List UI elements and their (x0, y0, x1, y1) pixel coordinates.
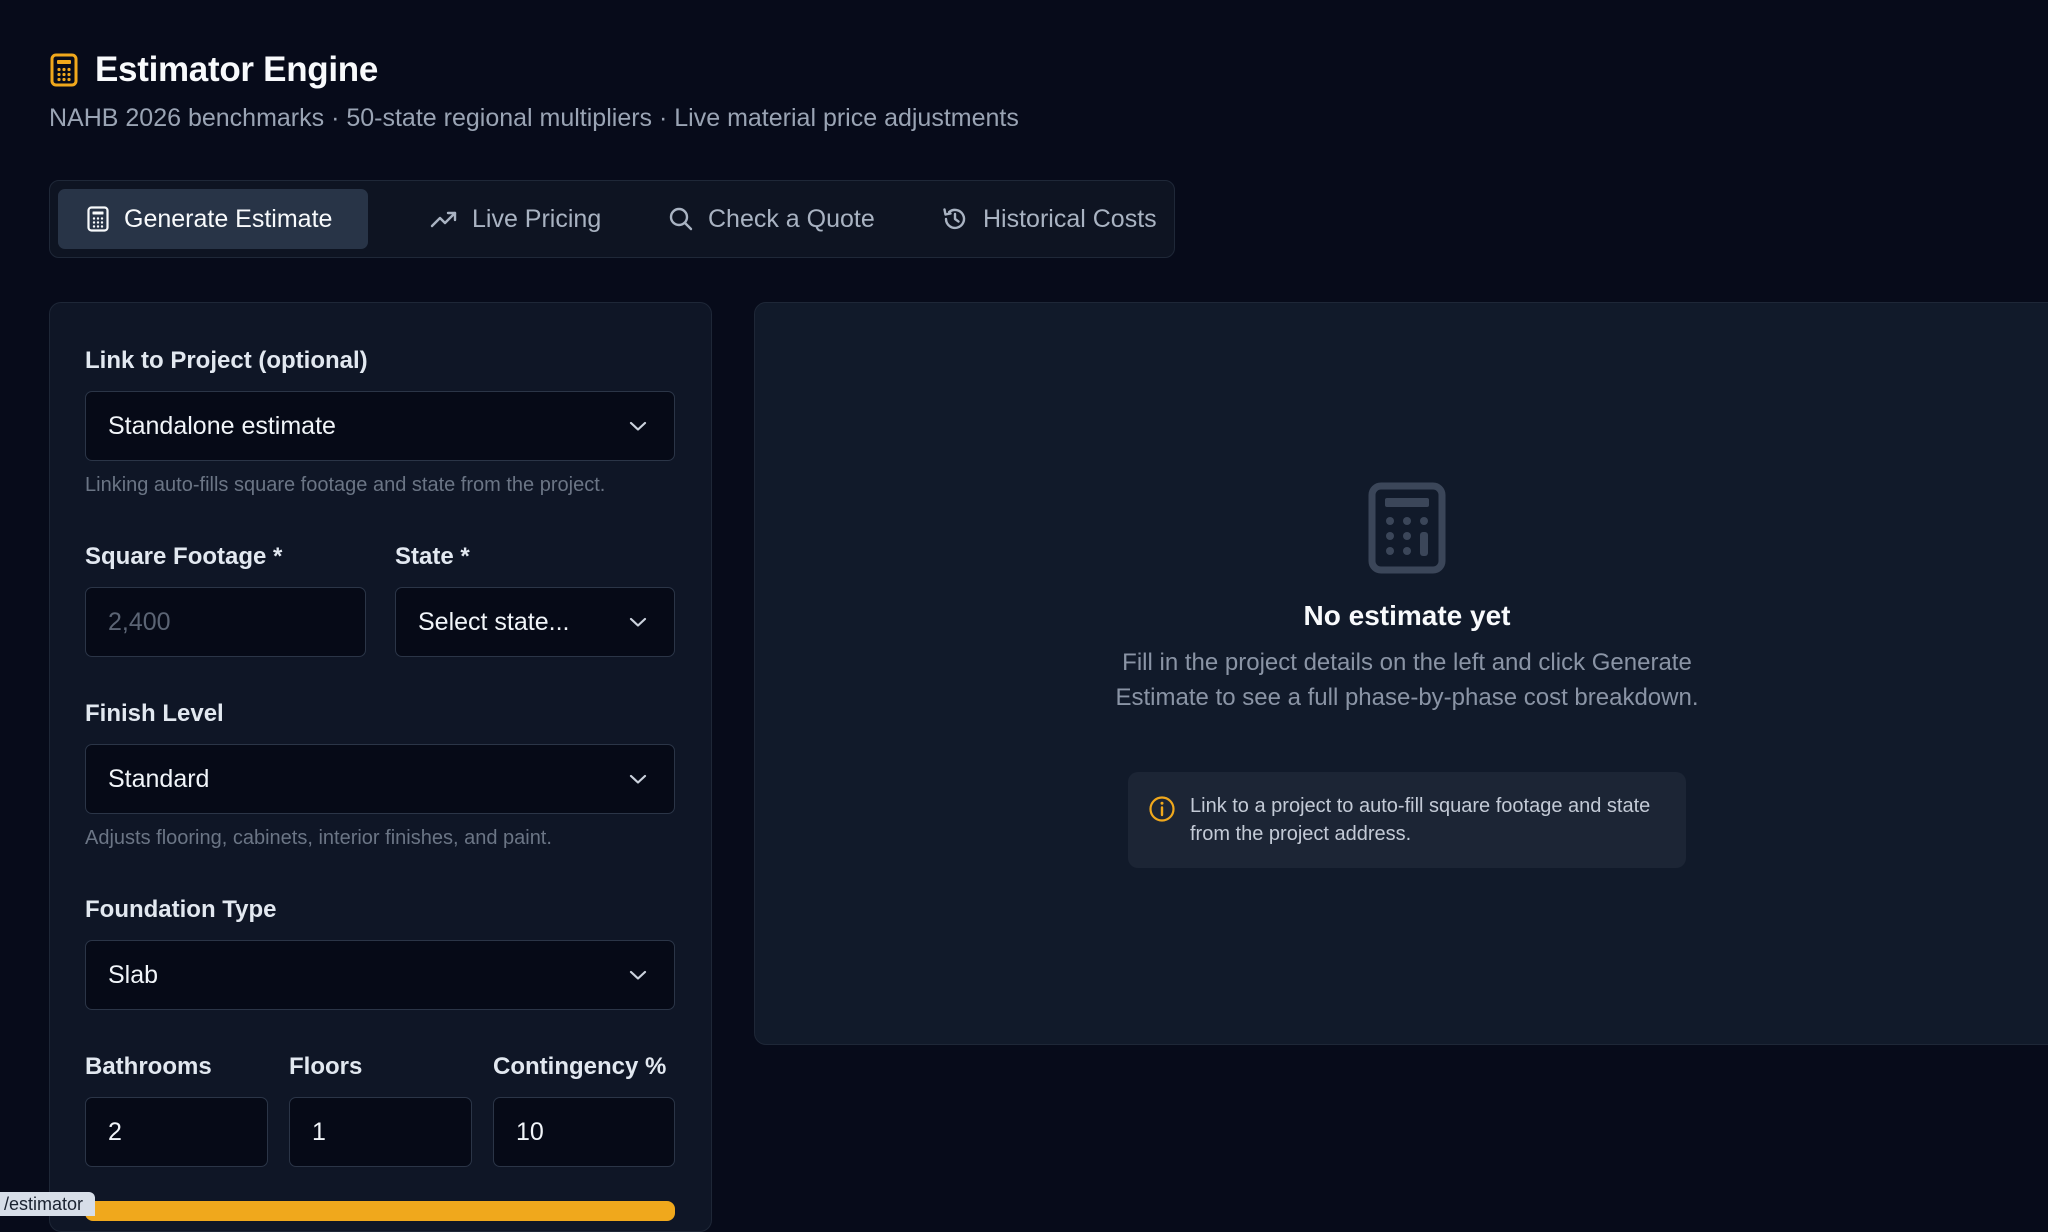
empty-state-title: No estimate yet (1303, 600, 1511, 631)
foundation-type-select[interactable]: Slab (85, 940, 675, 1010)
tab-bar: Generate Estimate Live Pricing Check a Q… (49, 180, 1175, 258)
floors-label: Floors (289, 1053, 363, 1080)
calculator-icon (49, 52, 79, 88)
search-icon (668, 206, 694, 232)
tab-historical-costs[interactable]: Historical Costs (913, 189, 1168, 249)
page-header: Estimator Engine (49, 50, 378, 90)
square-footage-input[interactable]: 2,400 (85, 587, 366, 657)
calculator-icon (86, 206, 110, 232)
state-select[interactable]: Select state... (395, 587, 675, 657)
project-link-value: Standalone estimate (108, 411, 336, 440)
history-icon (941, 205, 969, 233)
project-link-label: Link to Project (optional) (85, 347, 368, 374)
status-url: /estimator (0, 1192, 96, 1216)
square-footage-placeholder: 2,400 (108, 607, 171, 636)
tab-label: Generate Estimate (124, 204, 333, 233)
square-footage-label: Square Footage * (85, 543, 283, 570)
contingency-value: 10 (516, 1117, 544, 1146)
tab-live-pricing[interactable]: Live Pricing (402, 189, 622, 249)
bathrooms-label: Bathrooms (85, 1053, 212, 1080)
page-subtitle: NAHB 2026 benchmarks · 50-state regional… (49, 104, 1019, 132)
contingency-input[interactable]: 10 (493, 1097, 675, 1167)
state-label: State * (395, 543, 470, 570)
bathrooms-value: 2 (108, 1117, 122, 1146)
contingency-label: Contingency % (493, 1053, 667, 1080)
tab-label: Live Pricing (472, 204, 602, 233)
finish-level-value: Standard (108, 764, 210, 793)
tab-check-a-quote[interactable]: Check a Quote (640, 189, 890, 249)
trending-up-icon (430, 208, 458, 230)
project-link-select[interactable]: Standalone estimate (85, 391, 675, 461)
foundation-type-label: Foundation Type (85, 896, 277, 923)
page-title: Estimator Engine (95, 50, 379, 89)
info-callout-text: Link to a project to auto-fill square fo… (1190, 795, 1651, 845)
finish-level-select[interactable]: Standard (85, 744, 675, 814)
info-callout: Link to a project to auto-fill square fo… (1128, 772, 1686, 868)
foundation-type-value: Slab (108, 960, 159, 989)
tab-label: Historical Costs (983, 204, 1157, 233)
tab-generate-estimate[interactable]: Generate Estimate (58, 189, 368, 249)
generate-estimate-button[interactable] (85, 1201, 675, 1221)
empty-state-description: Fill in the project details on the left … (1115, 649, 1699, 711)
floors-input[interactable]: 1 (289, 1097, 472, 1167)
floors-value: 1 (312, 1117, 326, 1146)
project-link-help: Linking auto-fills square footage and st… (85, 474, 606, 496)
finish-level-help: Adjusts flooring, cabinets, interior fin… (85, 827, 552, 849)
bathrooms-input[interactable]: 2 (85, 1097, 268, 1167)
tab-label: Check a Quote (708, 204, 875, 233)
finish-level-label: Finish Level (85, 700, 224, 727)
